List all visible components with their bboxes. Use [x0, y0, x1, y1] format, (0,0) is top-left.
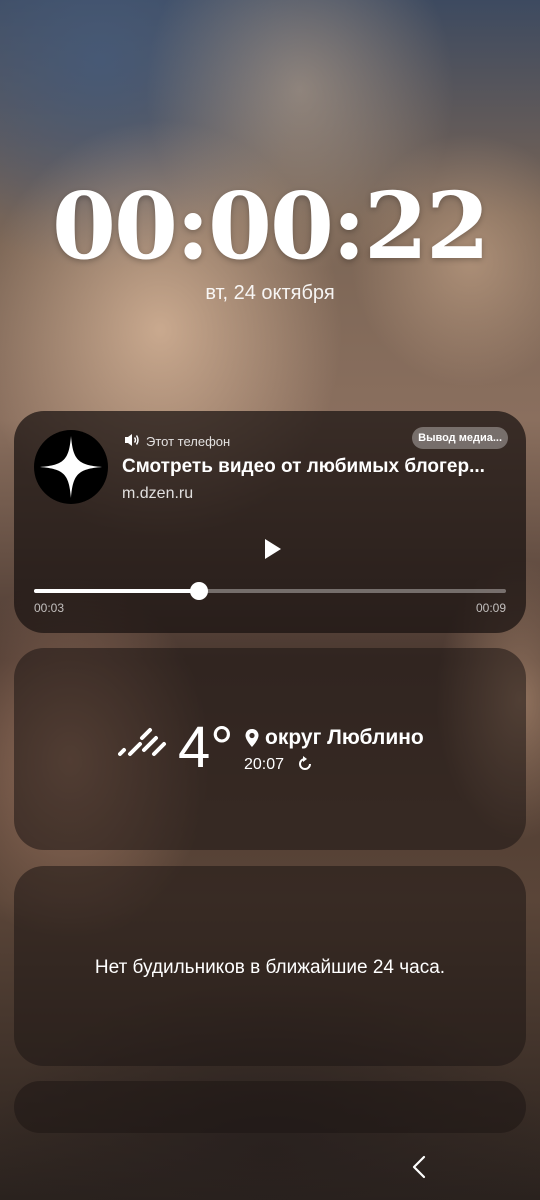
- media-seekbar[interactable]: [34, 582, 506, 600]
- play-icon[interactable]: [258, 535, 286, 563]
- additional-widget-card[interactable]: [14, 1081, 526, 1133]
- media-title: Смотреть видео от любимых блогер...: [122, 456, 485, 477]
- speaker-icon: [125, 434, 139, 446]
- back-chevron-icon[interactable]: [408, 1154, 432, 1180]
- media-duration: 00:09: [475, 601, 506, 615]
- rain-icon: [118, 728, 166, 756]
- lockscreen-date: вт, 24 октября: [205, 282, 335, 304]
- location-pin-icon: [245, 729, 259, 747]
- weather-card[interactable]: 4° округ Люблино 20:07: [14, 648, 526, 850]
- temperature: 4°: [178, 715, 234, 780]
- zen-logo-icon: [34, 430, 108, 504]
- no-alarms-message: Нет будильников в ближайшие 24 часа.: [94, 957, 446, 978]
- weather-updated-time: 20:07: [244, 756, 285, 773]
- seekbar-thumb[interactable]: [190, 582, 209, 600]
- media-player-card[interactable]: Этот телефон Вывод медиа... Смотреть вид…: [14, 411, 526, 633]
- lockscreen-clock: 00:00:22: [51, 172, 490, 280]
- alarms-card[interactable]: Нет будильников в ближайшие 24 часа.: [14, 866, 526, 1066]
- output-device-label: Этот телефон: [146, 434, 231, 449]
- media-output-button[interactable]: Вывод медиа...: [412, 427, 508, 449]
- media-elapsed-time: 00:03: [34, 601, 65, 615]
- refresh-icon[interactable]: [296, 755, 314, 773]
- weather-location: округ Люблино: [265, 726, 424, 749]
- media-source: m.dzen.ru: [122, 485, 194, 502]
- seekbar-progress: [34, 589, 200, 593]
